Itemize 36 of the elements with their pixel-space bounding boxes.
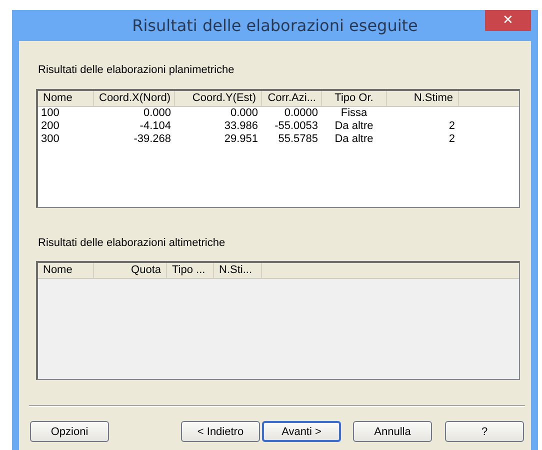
column-header[interactable]: Nome	[38, 91, 94, 106]
dialog-button[interactable]: < Indietro	[181, 421, 260, 442]
table-cell-text: Da altre	[334, 120, 374, 133]
dialog-button[interactable]: ?	[445, 421, 524, 442]
column-header[interactable]: N.Stime	[387, 91, 459, 106]
column-header[interactable]: N.Sti...	[214, 263, 262, 278]
table-cell-text: 0.000	[229, 107, 259, 120]
column-header[interactable]: Coord.Y(Est)	[175, 91, 262, 106]
table-cell-text: Fissa	[340, 107, 368, 120]
dialog-button[interactable]: Opzioni	[30, 421, 109, 442]
column-header[interactable]: Quota	[94, 263, 167, 278]
table-cell-text: 33.986	[223, 120, 259, 133]
table-cell-text: 300	[40, 133, 60, 146]
table-cell-text: 0.0000	[283, 107, 319, 120]
section-label: Risultati delle elaborazioni planimetriche	[38, 63, 236, 77]
table-cell-text: Da altre	[334, 133, 374, 146]
column-header[interactable]: Nome	[38, 263, 94, 278]
table-cell-text: 2	[448, 120, 456, 133]
dialog-button[interactable]: Avanti >	[262, 421, 341, 442]
column-header[interactable]: Corr.Azi...	[262, 91, 322, 106]
column-header[interactable]: Tipo Or.	[322, 91, 387, 106]
table-cell-text: 55.5785	[277, 133, 319, 146]
window-title: Risultati delle elaborazioni eseguite	[132, 16, 418, 35]
table-cell-text: 200	[40, 120, 60, 133]
column-header[interactable]: Coord.X(Nord)	[94, 91, 175, 106]
dialog-button[interactable]: Annulla	[353, 421, 432, 442]
table-cell-text: 100	[40, 107, 60, 120]
section-label: Risultati delle elaborazioni altimetriche	[38, 236, 226, 250]
table-cell-text: -39.268	[132, 133, 172, 146]
column-header[interactable]: Tipo ...	[167, 263, 214, 278]
table-cell-text: -55.0053	[274, 120, 319, 133]
table-cell-text: 2	[448, 133, 456, 146]
close-button[interactable]: ✕	[485, 10, 531, 31]
table-cell-text: 29.951	[223, 133, 259, 146]
table-cell-text: -4.104	[138, 120, 172, 133]
table-cell-text: 0.000	[142, 107, 172, 120]
